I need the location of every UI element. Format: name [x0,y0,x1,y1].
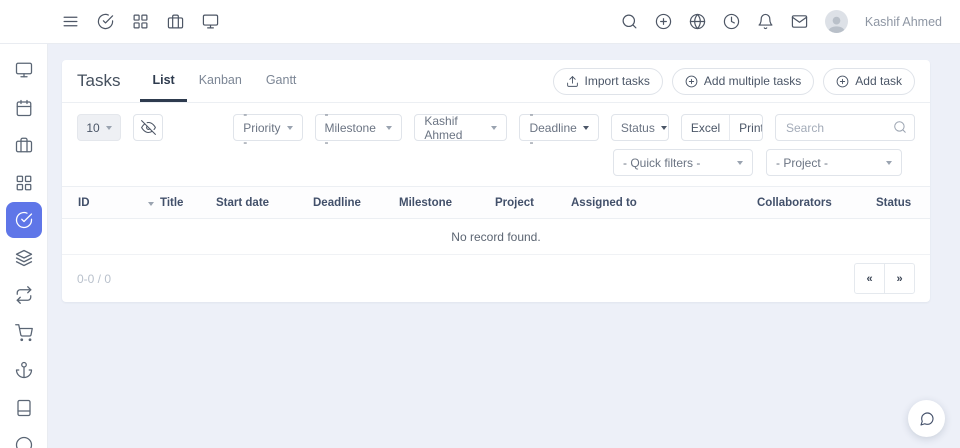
column-header-project[interactable]: Project [495,187,534,220]
monitor-icon[interactable] [202,13,219,30]
column-header-status[interactable]: Status [876,187,911,220]
sidebar-item-apps[interactable] [6,165,42,201]
sidebar-item-dashboard[interactable] [6,52,42,88]
clock-icon[interactable] [723,13,740,30]
card-header: Tasks List Kanban Gantt Import tasks Add… [62,60,930,103]
filter-area: 10 - Priority - - Milestone - Kashif Ahm… [62,103,930,186]
upload-icon [566,75,579,88]
user-name[interactable]: Kashif Ahmed [865,15,942,29]
pagination-range: 0-0 / 0 [77,272,111,286]
plus-circle-icon [836,75,849,88]
calendar-icon [15,99,33,117]
add-task-button[interactable]: Add task [823,68,915,95]
priority-filter[interactable]: - Priority - [233,114,302,141]
column-header-title[interactable]: Title [160,187,183,220]
pagination-buttons: « » [854,263,915,294]
sidebar-item-layers[interactable] [6,240,42,276]
eye-off-icon [141,120,156,135]
column-header-assigned-to[interactable]: Assigned to [571,187,637,220]
tab-list[interactable]: List [140,60,186,102]
add-multiple-tasks-button[interactable]: Add multiple tasks [672,68,814,95]
tab-kanban[interactable]: Kanban [187,60,254,102]
sidebar [0,44,48,448]
project-filter[interactable]: - Project - [766,149,902,176]
page-size-select[interactable]: 10 [77,114,121,141]
milestone-filter[interactable]: - Milestone - [315,114,403,141]
plus-circle-icon [685,75,698,88]
sort-desc-icon[interactable] [148,202,154,206]
message-circle-icon [919,411,935,427]
grid-icon[interactable] [132,13,149,30]
excel-button[interactable]: Excel [682,115,729,140]
chevron-down-icon [661,126,667,130]
import-tasks-button[interactable]: Import tasks [553,68,663,95]
header-actions: Import tasks Add multiple tasks Add task [553,60,915,102]
search-icon[interactable] [621,13,638,30]
shopping-cart-icon [15,324,33,342]
repeat-icon [15,286,33,304]
chevron-down-icon [491,126,497,130]
tasks-card: Tasks List Kanban Gantt Import tasks Add… [62,60,930,302]
column-header-deadline[interactable]: Deadline [313,187,361,220]
quick-filters-select[interactable]: - Quick filters - [613,149,753,176]
sidebar-item-notes[interactable] [6,390,42,426]
column-header-collaborators[interactable]: Collaborators [757,187,832,220]
search-box [775,114,915,141]
column-header-id[interactable]: ID [78,187,90,220]
deadline-filter[interactable]: - Deadline - [519,114,598,141]
chevron-down-icon [583,126,589,130]
sidebar-item-subscriptions[interactable] [6,277,42,313]
tab-gantt[interactable]: Gantt [254,60,309,102]
top-bar: Kashif Ahmed [0,0,960,44]
layers-icon [15,249,33,267]
sidebar-item-store[interactable] [6,315,42,351]
chevron-down-icon [386,126,392,130]
assigned-to-filter[interactable]: Kashif Ahmed [414,114,507,141]
chat-button[interactable] [908,400,945,437]
toggle-columns-button[interactable] [133,114,163,141]
grid-icon [15,174,33,192]
export-button-group: Excel Print [681,114,763,141]
bell-icon[interactable] [757,13,774,30]
avatar[interactable] [825,10,848,33]
app-root: Kashif Ahmed [0,0,960,448]
sidebar-item-tasks[interactable] [6,202,42,238]
sidebar-item-leads[interactable] [6,352,42,388]
filter-row-2: - Quick filters - - Project - [77,149,915,176]
column-header-start-date[interactable]: Start date [216,187,269,220]
sidebar-item-more[interactable] [6,427,42,448]
table-header: ID Title Start date Deadline Milestone P… [62,186,930,219]
tablet-icon [15,399,33,417]
empty-state-row: No record found. [62,219,930,255]
check-circle-icon [15,211,33,229]
circle-icon [15,436,33,448]
briefcase-icon[interactable] [167,13,184,30]
globe-icon[interactable] [689,13,706,30]
search-input[interactable] [775,114,915,141]
chevron-down-icon [287,126,293,130]
chevron-down-icon [886,161,892,165]
topbar-left-icons [62,13,219,30]
monitor-icon [15,61,33,79]
next-page-button[interactable]: » [884,263,915,294]
empty-message: No record found. [451,230,540,244]
chevron-down-icon [737,161,743,165]
print-button[interactable]: Print [729,115,763,140]
chevron-down-icon [106,126,112,130]
plus-circle-icon[interactable] [655,13,672,30]
status-filter[interactable]: Status [611,114,669,141]
menu-icon[interactable] [62,13,79,30]
briefcase-icon [15,136,33,154]
topbar-right-icons: Kashif Ahmed [621,10,942,33]
check-circle-icon[interactable] [97,13,114,30]
filter-row-1: 10 - Priority - - Milestone - Kashif Ahm… [77,114,915,141]
pagination: 0-0 / 0 « » [62,255,930,302]
page-title: Tasks [77,71,120,91]
column-header-milestone[interactable]: Milestone [399,187,452,220]
anchor-icon [15,361,33,379]
sidebar-item-projects[interactable] [6,127,42,163]
sidebar-item-calendar[interactable] [6,90,42,126]
mail-icon[interactable] [791,13,808,30]
prev-page-button[interactable]: « [854,263,885,294]
